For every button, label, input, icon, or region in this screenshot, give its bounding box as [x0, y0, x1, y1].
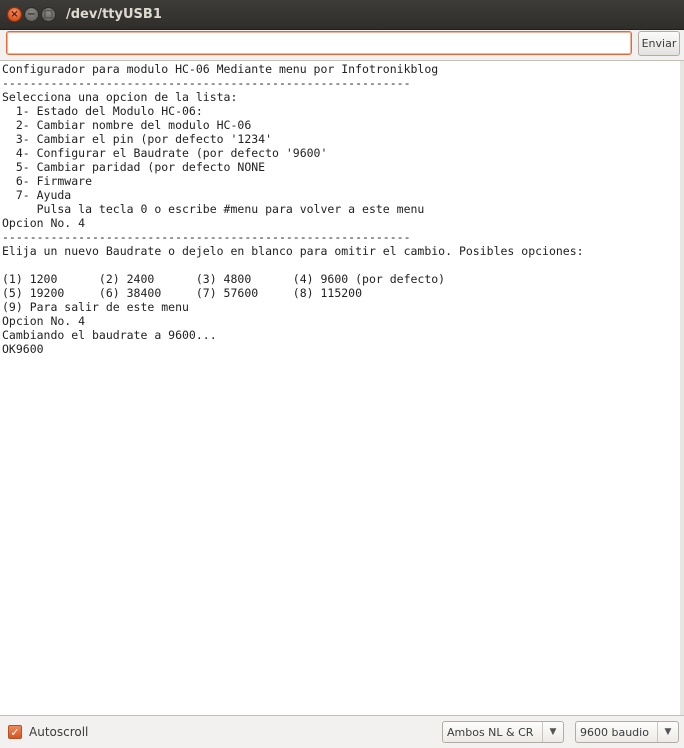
autoscroll-checkbox[interactable]: ✓	[8, 725, 22, 739]
line-ending-select[interactable]: Ambos NL & CR ▼	[442, 721, 564, 743]
autoscroll-label: Autoscroll	[29, 725, 89, 739]
scrollbar[interactable]	[680, 61, 684, 715]
baud-rate-select[interactable]: 9600 baudio ▼	[575, 721, 679, 743]
window-title: /dev/ttyUSB1	[66, 7, 162, 22]
send-button[interactable]: Enviar	[638, 31, 680, 56]
send-input[interactable]	[6, 31, 632, 55]
chevron-down-icon: ▼	[542, 722, 563, 742]
chevron-down-icon: ▼	[657, 722, 678, 742]
title-bar: × − □ /dev/ttyUSB1	[0, 0, 684, 30]
bottom-bar: ✓ Autoscroll Ambos NL & CR ▼ 9600 baudio…	[0, 716, 684, 748]
close-icon[interactable]: ×	[7, 7, 22, 22]
checkmark-icon: ✓	[10, 725, 20, 739]
minimize-icon[interactable]: −	[24, 7, 39, 22]
serial-output[interactable]: Configurador para modulo HC-06 Mediante …	[0, 60, 684, 716]
autoscroll-toggle[interactable]: ✓ Autoscroll	[8, 725, 88, 739]
serial-output-text: Configurador para modulo HC-06 Mediante …	[2, 62, 584, 356]
line-ending-value: Ambos NL & CR	[447, 725, 534, 739]
send-bar: Enviar	[0, 30, 684, 60]
baud-rate-value: 9600 baudio	[580, 725, 649, 739]
maximize-icon[interactable]: □	[41, 7, 56, 22]
